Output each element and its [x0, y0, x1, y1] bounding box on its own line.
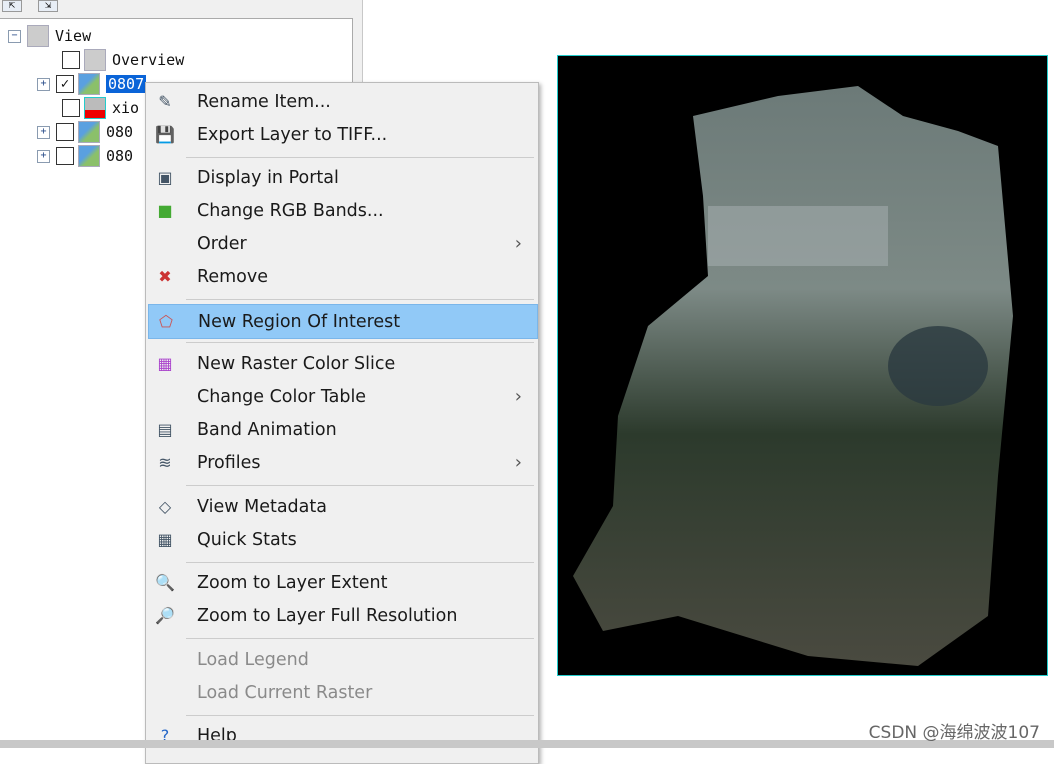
submenu-arrow-icon: ›: [514, 386, 522, 407]
menu-separator: [186, 342, 534, 343]
menu-item-new-raster-color-slice[interactable]: ▦ New Raster Color Slice: [148, 347, 536, 380]
tree-root-label: View: [55, 27, 92, 45]
menu-item-label: Rename Item...: [197, 91, 331, 112]
menu-item-view-metadata[interactable]: ◇ View Metadata: [148, 490, 536, 523]
no-icon: [153, 386, 177, 408]
tree-root-view[interactable]: − View: [8, 25, 91, 47]
tree-node-layer[interactable]: + 080: [37, 145, 133, 167]
menu-item-order[interactable]: Order ›: [148, 227, 536, 260]
menu-item-rename-item[interactable]: ✎ Rename Item...: [148, 85, 536, 118]
menu-item-quick-stats[interactable]: ▦ Quick Stats: [148, 523, 536, 556]
menu-item-label: Change Color Table: [197, 386, 367, 407]
menu-separator: [186, 299, 534, 300]
menu-separator: [186, 485, 534, 486]
calculator-icon: ▦: [157, 530, 173, 549]
layer-label: xio: [112, 99, 140, 117]
submenu-arrow-icon: ›: [514, 233, 522, 254]
rename-icon: ✎: [158, 92, 172, 111]
menu-item-load-current-raster: Load Current Raster: [148, 676, 536, 709]
menu-item-band-animation[interactable]: ▤ Band Animation: [148, 413, 536, 446]
eye-monitor-icon: [27, 25, 49, 47]
zoom-full-icon: 🔎: [155, 606, 175, 625]
menu-item-label: Change RGB Bands...: [197, 200, 384, 221]
profiles-icon: ≋: [158, 453, 172, 472]
tag-icon: ◇: [158, 497, 172, 516]
submenu-arrow-icon: ›: [514, 452, 522, 473]
tree-node-layer[interactable]: + 080: [37, 121, 133, 143]
menu-item-label: Band Animation: [197, 419, 337, 440]
menu-item-label: View Metadata: [197, 496, 327, 517]
color-slice-icon: ▦: [157, 354, 173, 373]
menu-item-label: Display in Portal: [197, 167, 339, 188]
roi-layer-icon: [84, 97, 106, 119]
save-icon: 💾: [155, 125, 175, 144]
watermark: CSDN @海绵波波107: [868, 723, 1040, 743]
menu-item-remove[interactable]: ✖ Remove: [148, 260, 536, 293]
menu-item-label: Remove: [197, 266, 269, 287]
menu-item-zoom-to-layer-extent[interactable]: 🔍 Zoom to Layer Extent: [148, 566, 536, 599]
layer-context-menu: ✎ Rename Item... 💾 Export Layer to TIFF... ▣…: [145, 82, 539, 764]
roi-icon: ⬠: [159, 312, 173, 331]
layer-checkbox[interactable]: [56, 147, 74, 165]
menu-item-load-legend: Load Legend: [148, 643, 536, 676]
menu-item-display-in-portal[interactable]: ▣ Display in Portal: [148, 161, 536, 194]
layer-checkbox[interactable]: ✓: [56, 75, 74, 93]
layer-label: Overview: [112, 51, 185, 69]
no-icon: [153, 682, 177, 704]
expand-icon[interactable]: +: [37, 149, 50, 163]
animation-icon: ▤: [157, 420, 173, 439]
menu-item-label: New Region Of Interest: [198, 311, 401, 332]
remove-icon: ✖: [158, 267, 172, 286]
menu-item-label: Export Layer to TIFF...: [197, 124, 388, 145]
layer-label: 080: [106, 123, 134, 141]
no-icon: [153, 649, 177, 671]
expand-icon[interactable]: +: [37, 125, 50, 139]
rgb-icon: ■: [157, 201, 173, 220]
image-view-canvas[interactable]: [557, 55, 1048, 676]
layer-checkbox[interactable]: [62, 99, 80, 117]
menu-item-profiles[interactable]: ≋ Profiles ›: [148, 446, 536, 479]
menu-item-change-color-table[interactable]: Change Color Table ›: [148, 380, 536, 413]
raster-icon: [78, 145, 100, 167]
eye-monitor-icon: [84, 49, 106, 71]
portal-icon: ▣: [157, 168, 173, 187]
layer-checkbox[interactable]: [56, 123, 74, 141]
menu-item-label: Zoom to Layer Full Resolution: [197, 605, 458, 626]
tree-node-overview[interactable]: Overview: [62, 49, 184, 71]
menu-separator: [186, 157, 534, 158]
layer-label: 0807: [106, 75, 147, 93]
raster-icon: [78, 121, 100, 143]
expand-all-button[interactable]: ⇲: [38, 0, 58, 12]
menu-item-label: Order: [197, 233, 247, 254]
menu-item-label: Profiles: [197, 452, 261, 473]
menu-item-label: New Raster Color Slice: [197, 353, 396, 374]
tree-node-layer[interactable]: + ✓ 0807: [37, 73, 147, 95]
menu-item-change-rgb-bands[interactable]: ■ Change RGB Bands...: [148, 194, 536, 227]
layer-label: 080: [106, 147, 134, 165]
collapse-all-button[interactable]: ⇱: [2, 0, 22, 12]
menu-separator: [186, 715, 534, 716]
menu-item-label: Zoom to Layer Extent: [197, 572, 388, 593]
tree-node-layer[interactable]: xio: [62, 97, 139, 119]
menu-item-label: Load Current Raster: [197, 682, 373, 703]
no-icon: [153, 233, 177, 255]
menu-item-zoom-to-layer-full-resolution[interactable]: 🔎 Zoom to Layer Full Resolution: [148, 599, 536, 632]
expand-icon[interactable]: +: [37, 77, 50, 91]
menu-separator: [186, 562, 534, 563]
menu-separator: [186, 638, 534, 639]
zoom-extent-icon: 🔍: [155, 573, 175, 592]
menu-item-export-layer-to-tiff[interactable]: 💾 Export Layer to TIFF...: [148, 118, 536, 151]
raster-icon: [78, 73, 100, 95]
menu-item-label: Load Legend: [197, 649, 309, 670]
collapse-icon[interactable]: −: [8, 29, 21, 43]
satellite-image: [573, 86, 1013, 666]
layer-checkbox[interactable]: [62, 51, 80, 69]
menu-item-new-region-of-interest[interactable]: ⬠ New Region Of Interest: [148, 304, 538, 339]
menu-item-label: Quick Stats: [197, 529, 297, 550]
